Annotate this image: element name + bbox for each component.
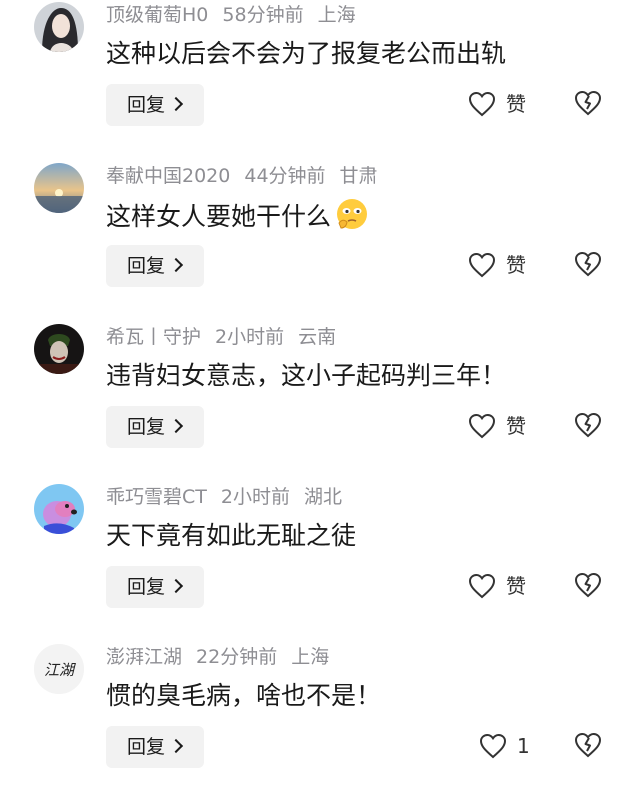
reply-button[interactable]: 回复 [106,245,204,287]
broken-heart-icon [574,251,602,277]
comment-meta: 澎湃江湖 22分钟前 上海 [106,642,329,672]
avatar[interactable] [34,324,84,374]
heart-icon [468,573,496,599]
reply-button[interactable]: 回复 [106,566,204,608]
dislike-button[interactable] [574,89,602,117]
avatar[interactable]: 江湖 [34,644,84,694]
avatar-woman-portrait-image [34,2,84,52]
comment-item: 顶级葡萄H0 58分钟前 上海 这种以后会不会为了报复老公而出轨 回复 赞 [0,0,640,160]
comment-meta: 奉献中国2020 44分钟前 甘肃 [106,161,378,191]
comment-meta: 乖巧雪碧CT 2小时前 湖北 [106,482,342,512]
broken-heart-icon [574,732,602,758]
comment-meta: 顶级葡萄H0 58分钟前 上海 [106,0,356,30]
avatar-calligraphy-text: 江湖 [44,661,76,679]
dislike-button[interactable] [574,250,602,278]
comment-location: 云南 [298,326,337,348]
like-label: 赞 [506,253,526,277]
avatar-cartoon-dog-image [34,484,84,534]
comment-item: 江湖 澎湃江湖 22分钟前 上海 惯的臭毛病，啥也不是！ 回复 1 [0,642,640,802]
comment-item: 乖巧雪碧CT 2小时前 湖北 天下竟有如此无耻之徒 回复 赞 [0,482,640,642]
avatar-joker-dark-image [34,324,84,374]
reply-label: 回复 [127,576,166,598]
username[interactable]: 希瓦丨守护 [106,326,201,348]
heart-icon [479,733,507,759]
comment-location: 甘肃 [339,165,378,187]
avatar[interactable] [34,163,84,213]
comment-time: 44分钟前 [244,165,326,187]
reply-label: 回复 [127,94,166,116]
like-label: 赞 [506,92,526,116]
thinking-face-emoji-icon [337,199,368,229]
avatar[interactable] [34,484,84,534]
like-label: 赞 [506,574,526,598]
avatar[interactable] [34,2,84,52]
username[interactable]: 奉献中国2020 [106,165,230,187]
like-label: 赞 [506,414,526,438]
chevron-right-icon [168,257,184,273]
chevron-right-icon [168,418,184,434]
username[interactable]: 顶级葡萄H0 [106,4,208,26]
dislike-button[interactable] [574,571,602,599]
reply-label: 回复 [127,736,166,758]
comment-text: 违背妇女意志，这小子起码判三年！ [106,361,507,390]
heart-icon [468,413,496,439]
comment-text: 天下竟有如此无耻之徒 [106,521,357,550]
chevron-right-icon [168,96,184,112]
comment-time: 2小时前 [220,486,290,508]
comment-location: 上海 [291,646,330,668]
dislike-button[interactable] [574,731,602,759]
like-count: 1 [517,734,530,758]
broken-heart-icon [574,572,602,598]
heart-icon [468,91,496,117]
comment-item: 奉献中国2020 44分钟前 甘肃 这样女人要她干什么 回复 赞 [0,161,640,321]
comment-location: 上海 [317,4,356,26]
comment-time: 2小时前 [215,326,285,348]
comment-item: 希瓦丨守护 2小时前 云南 违背妇女意志，这小子起码判三年！ 回复 赞 [0,322,640,482]
dislike-button[interactable] [574,411,602,439]
broken-heart-icon [574,412,602,438]
comment-text: 这种以后会不会为了报复老公而出轨 [106,39,507,68]
heart-icon [468,252,496,278]
chevron-right-icon [168,578,184,594]
reply-label: 回复 [127,416,166,438]
comment-text-content: 这样女人要她干什么 [106,202,332,231]
comment-location: 湖北 [303,486,342,508]
reply-button[interactable]: 回复 [106,406,204,448]
broken-heart-icon [574,90,602,116]
comment-text: 惯的臭毛病，啥也不是！ [106,681,382,710]
username[interactable]: 澎湃江湖 [106,646,182,668]
chevron-right-icon [168,738,184,754]
avatar-calligraphy-image: 江湖 [34,644,84,694]
reply-button[interactable]: 回复 [106,726,204,768]
comment-text: 这样女人要她干什么 [106,197,369,235]
comment-time: 22分钟前 [196,646,278,668]
username[interactable]: 乖巧雪碧CT [106,486,207,508]
avatar-sunset-sky-image [34,163,84,213]
reply-button[interactable]: 回复 [106,84,204,126]
reply-label: 回复 [127,255,166,277]
comment-time: 58分钟前 [222,4,304,26]
comment-meta: 希瓦丨守护 2小时前 云南 [106,322,336,352]
